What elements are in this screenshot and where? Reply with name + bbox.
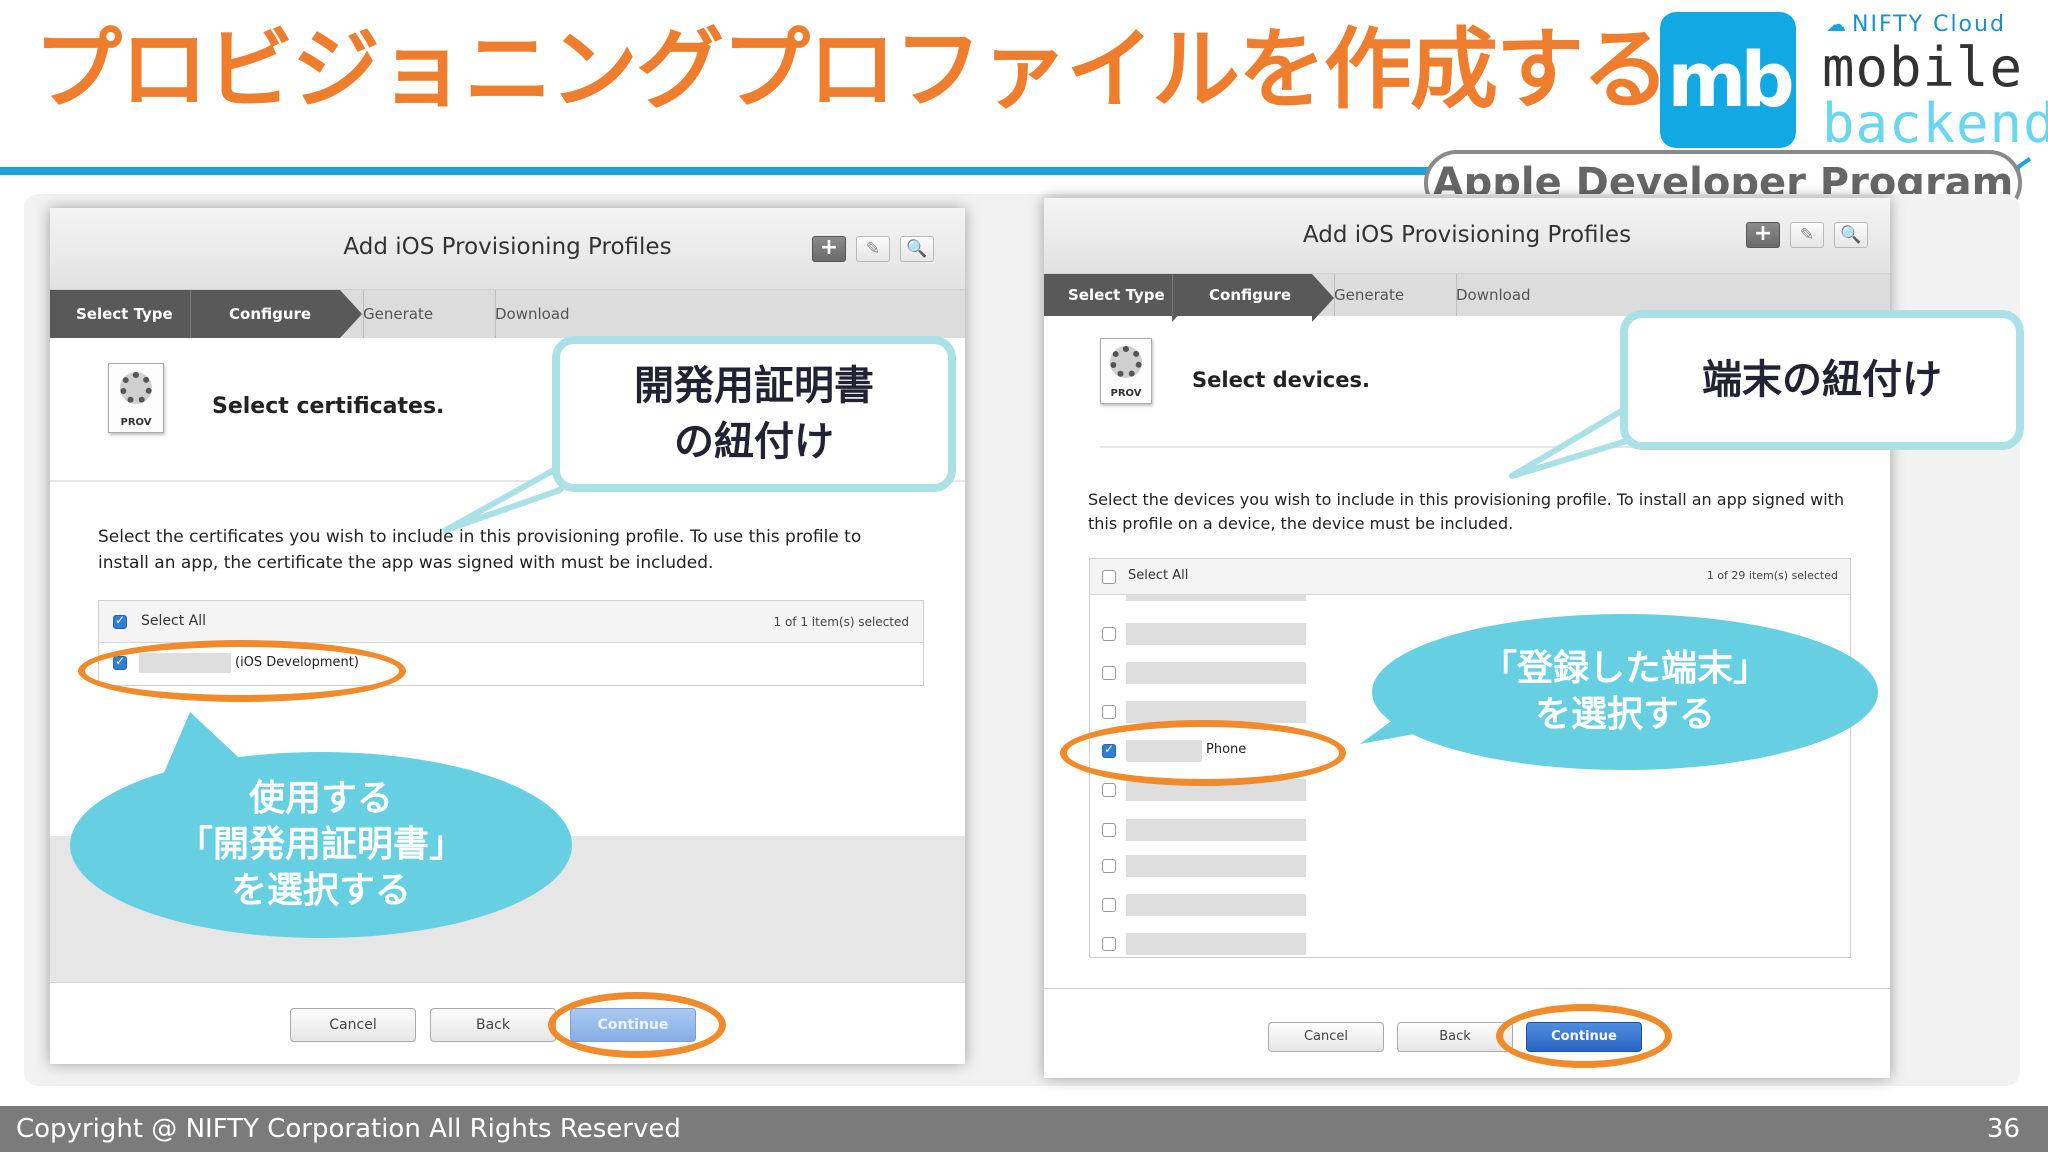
step-generate: Generate: [363, 290, 493, 338]
provisioning-profile-icon: PROV: [108, 363, 164, 433]
device-checkbox[interactable]: [1102, 627, 1116, 641]
redacted-device-name: [1126, 623, 1306, 645]
page-number: 36: [1986, 1114, 2020, 1144]
select-all-label: Select All: [141, 613, 206, 629]
device-row[interactable]: [1090, 929, 1850, 957]
device-checkbox[interactable]: [1102, 783, 1116, 797]
description-line: this profile on a device, the device mus…: [1088, 514, 1514, 533]
cert-bubble-line: 使用する: [248, 778, 393, 819]
footer-bar: Copyright @ NIFTY Corporation All Rights…: [0, 1106, 2048, 1152]
step-select-type: Select Type: [50, 290, 212, 338]
device-row[interactable]: [1090, 851, 1850, 881]
cloud-icon: ☁: [1826, 12, 1848, 36]
selection-count: 1 of 29 item(s) selected: [1706, 569, 1838, 582]
dialog-header: Add iOS Provisioning Profiles + ✎ 🔍: [1044, 198, 1890, 274]
device-checkbox[interactable]: [1102, 898, 1116, 912]
cert-bubble: 使用する 「開発用証明書」 を選択する: [70, 752, 572, 938]
list-header: Select All 1 of 1 item(s) selected: [99, 601, 923, 643]
step-select-type: Select Type: [1044, 274, 1194, 322]
gear-icon: [1110, 346, 1142, 378]
device-checkbox[interactable]: [1102, 666, 1116, 680]
step-configure: Configure: [1172, 274, 1334, 322]
device-bubble: 「登録した端末」 を選択する: [1372, 614, 1878, 770]
mobile-backend-logo: mb: [1660, 12, 1796, 148]
wizard-steps: Select Type Configure Generate Download: [50, 290, 965, 338]
step-configure: Configure: [190, 290, 362, 338]
edit-icon[interactable]: ✎: [1790, 222, 1824, 248]
copyright: Copyright @ NIFTY Corporation All Rights…: [16, 1114, 681, 1144]
provisioning-profile-icon: PROV: [1100, 338, 1152, 404]
select-all-checkbox[interactable]: [1102, 570, 1116, 584]
selection-count: 1 of 1 item(s) selected: [773, 615, 909, 629]
step-generate: Generate: [1334, 274, 1444, 316]
search-icon[interactable]: 🔍: [1834, 222, 1868, 248]
redacted-device-name: [1126, 855, 1306, 877]
slide-title: プロビジョニングプロファイルを作成する: [34, 18, 1670, 121]
description-line: Select the certificates you wish to incl…: [98, 527, 862, 547]
device-checkbox[interactable]: [1102, 859, 1116, 873]
cert-callout-line: 開発用証明書: [634, 363, 874, 409]
footer-divider: [1044, 988, 1890, 989]
logo-line-mobile: mobile: [1822, 36, 2024, 99]
logo-line-backend: backend: [1822, 92, 2048, 155]
search-icon[interactable]: 🔍: [900, 236, 934, 262]
back-button[interactable]: Back: [430, 1008, 556, 1042]
add-icon[interactable]: +: [812, 236, 846, 262]
edit-icon[interactable]: ✎: [856, 236, 890, 262]
device-row[interactable]: [1090, 890, 1850, 920]
step-download: Download: [1456, 274, 1566, 316]
right-continue-highlight-ring: [1496, 1004, 1672, 1068]
device-callout-text: 端末の紐付け: [1702, 357, 1942, 403]
device-bubble-line: 「登録した端末」: [1480, 648, 1769, 689]
device-checkbox[interactable]: [1102, 705, 1116, 719]
device-bubble-line: を選択する: [1534, 694, 1715, 735]
dialog-header: Add iOS Provisioning Profiles + ✎ 🔍: [50, 208, 965, 290]
cert-bubble-line: を選択する: [230, 870, 411, 911]
redacted-device-name: [1126, 595, 1306, 601]
logo-company: ☁ NIFTY Cloud: [1826, 12, 2006, 37]
device-highlight-ring: [1060, 720, 1346, 786]
redacted-device-name: [1126, 819, 1306, 841]
cert-bubble-line: 「開発用証明書」: [176, 824, 465, 865]
cert-highlight-ring: [78, 640, 406, 702]
prov-label: PROV: [1110, 388, 1142, 399]
device-row[interactable]: [1090, 815, 1850, 845]
cancel-button[interactable]: Cancel: [290, 1008, 416, 1042]
gear-icon: [120, 372, 152, 404]
device-callout: 端末の紐付け: [1620, 310, 2024, 450]
left-continue-highlight-ring: [548, 992, 726, 1058]
cert-callout: 開発用証明書 の紐付け: [552, 336, 956, 492]
dialog-description: Select the certificates you wish to incl…: [98, 524, 938, 576]
device-checkbox[interactable]: [1102, 937, 1116, 951]
list-header: Select All 1 of 29 item(s) selected: [1090, 559, 1850, 595]
dialog-heading: Select devices.: [1192, 368, 1370, 392]
prov-label: PROV: [120, 417, 152, 428]
dialog-description: Select the devices you wish to include i…: [1088, 488, 1868, 536]
redacted-device-name: [1126, 933, 1306, 955]
select-all-checkbox[interactable]: [113, 613, 127, 629]
cancel-button[interactable]: Cancel: [1268, 1022, 1384, 1052]
step-download: Download: [495, 290, 625, 338]
select-all-label: Select All: [1128, 568, 1189, 583]
description-line: install an app, the certificate the app …: [98, 553, 714, 573]
dialog-heading: Select certificates.: [212, 394, 445, 419]
footer-divider: [50, 982, 965, 983]
redacted-device-name: [1126, 662, 1306, 684]
device-checkbox[interactable]: [1102, 823, 1116, 837]
redacted-device-name: [1126, 894, 1306, 916]
description-line: Select the devices you wish to include i…: [1088, 490, 1845, 509]
logo-company-text: NIFTY Cloud: [1852, 12, 2006, 37]
add-icon[interactable]: +: [1746, 222, 1780, 248]
cert-callout-line: の紐付け: [674, 419, 834, 465]
